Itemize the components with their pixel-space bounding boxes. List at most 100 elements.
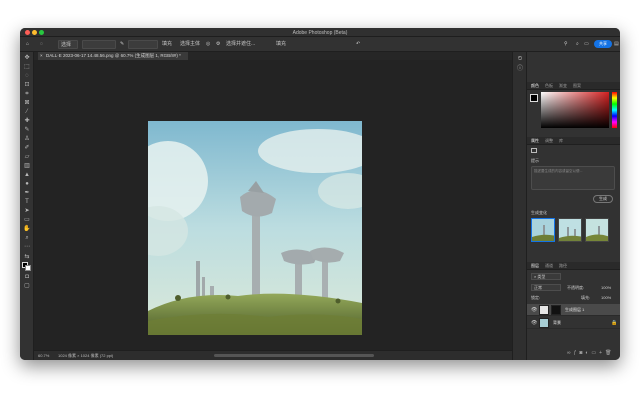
home-icon[interactable]: ⌂ — [26, 40, 34, 49]
target-icon[interactable]: ◎ — [206, 40, 212, 49]
size-field[interactable] — [128, 40, 158, 49]
blend-mode-select[interactable]: 正常 — [531, 284, 561, 291]
move-tool-icon[interactable]: ✥ — [23, 55, 31, 62]
hue-slider[interactable] — [612, 92, 617, 128]
blur-tool-icon[interactable]: ▲ — [23, 172, 31, 179]
tab-color[interactable]: 颜色 — [531, 83, 539, 89]
share-button[interactable]: 共享 — [594, 40, 612, 48]
marquee-tool-icon[interactable]: ⬚ — [23, 64, 31, 71]
eyedropper-tool-icon[interactable]: ⁄ — [23, 109, 31, 116]
history-panel-icon[interactable]: ⏲ — [516, 56, 524, 63]
color-picker-field[interactable] — [541, 92, 609, 128]
refine-edge-button[interactable]: 选择并遮住... — [226, 40, 272, 49]
layer-row-background[interactable]: 👁 背景 🔒 — [527, 317, 620, 329]
variation-thumbnail-1[interactable] — [531, 218, 555, 242]
search-icon[interactable]: ⌕ — [576, 40, 582, 49]
layer-name[interactable]: 背景 — [553, 320, 561, 326]
photoshop-window: Adobe Photoshop (Beta) ⌂ ◌ 选择 ✎ 填充 选择主体 … — [20, 28, 620, 360]
tab-adjustments[interactable]: 调整 — [545, 138, 553, 144]
select-subject-button[interactable]: 选择主体 — [180, 40, 204, 49]
gradient-tool-icon[interactable]: ▥ — [23, 163, 31, 170]
color-fg-swatch[interactable] — [530, 94, 538, 102]
document-size: 1024 像素 × 1024 像素 (72 ppi) — [58, 353, 114, 358]
info-panel-icon[interactable]: ⓘ — [516, 66, 524, 73]
account-icon[interactable]: ⚲ — [564, 40, 570, 49]
history-brush-tool-icon[interactable]: ✐ — [23, 145, 31, 152]
pen-tool-icon[interactable]: ✒ — [23, 190, 31, 197]
rectangle-tool-icon[interactable]: ▭ — [23, 217, 31, 224]
swap-colors-icon[interactable]: ⇆ — [23, 254, 31, 261]
tab-gradients[interactable]: 渐变 — [559, 83, 567, 89]
undo-icon[interactable]: ↶ — [356, 40, 362, 49]
path-select-tool-icon[interactable]: ➤ — [23, 208, 31, 215]
visibility-eye-icon[interactable]: 👁 — [531, 320, 537, 326]
status-bar: 60.7% 1024 像素 × 1024 像素 (72 ppi) — [34, 350, 526, 360]
dodge-tool-icon[interactable]: ● — [23, 181, 31, 188]
more-tools-icon[interactable]: ⋯ — [23, 244, 31, 251]
tab-properties[interactable]: 属性 — [531, 138, 539, 144]
tab-swatches[interactable]: 色板 — [545, 83, 553, 89]
title-bar: Adobe Photoshop (Beta) — [20, 28, 620, 37]
zoom-level[interactable]: 60.7% — [38, 351, 49, 360]
document-tab[interactable]: × DALL·E 2023-06-17 14.48.56.png @ 60.7%… — [38, 52, 188, 60]
object-select-tool-icon[interactable]: ⊡ — [23, 82, 31, 89]
brush-tool-icon[interactable]: ✎ — [23, 127, 31, 134]
workspace-icon[interactable]: ▭ — [584, 40, 590, 49]
type-tool-icon[interactable]: T — [23, 199, 31, 206]
layers-panel-tabs: 图层 通道 路径 — [527, 262, 620, 270]
visibility-eye-icon[interactable]: 👁 — [531, 307, 537, 313]
options-bar: ⌂ ◌ 选择 ✎ 填充 选择主体 ◎ ⚙ 选择并遮住... 填充 ↶ ⚲ ⌕ ▭… — [20, 37, 620, 52]
lock-icon[interactable]: 🔒 — [611, 320, 617, 326]
layer-thumbnail — [539, 305, 549, 315]
document-canvas[interactable] — [148, 121, 362, 335]
canvas-workspace[interactable] — [34, 60, 526, 350]
layer-row-generative[interactable]: 👁 生成图层 1 — [527, 304, 620, 316]
tab-close-icon[interactable]: × — [40, 52, 43, 60]
window-title: Adobe Photoshop (Beta) — [292, 30, 348, 36]
new-group-icon[interactable]: ▭ — [591, 350, 599, 356]
tab-paths[interactable]: 路径 — [559, 263, 567, 269]
opacity-field[interactable]: 100% — [601, 285, 611, 290]
layer-name[interactable]: 生成图层 1 — [565, 307, 584, 313]
tab-patterns[interactable]: 图案 — [573, 83, 581, 89]
sample-field[interactable] — [82, 40, 116, 49]
zoom-tool-icon[interactable]: ⌕ — [23, 235, 31, 242]
healing-brush-tool-icon[interactable]: ✚ — [23, 118, 31, 125]
layer-mask-thumbnail[interactable] — [551, 305, 561, 315]
kind-filter-label: 类型 — [537, 274, 546, 279]
generate-button[interactable]: 生成 — [593, 195, 613, 203]
layer-kind-filter[interactable]: ⌕ 类型 — [531, 273, 561, 280]
tab-channels[interactable]: 通道 — [545, 263, 553, 269]
lasso-tool-preset-icon[interactable]: ◌ — [40, 40, 50, 49]
delete-layer-icon[interactable]: 🗑 — [605, 350, 614, 356]
properties-panel-tabs: 属性 调整 库 — [527, 137, 620, 145]
horizontal-scrollbar[interactable] — [214, 354, 374, 357]
mode-select[interactable]: 选择 — [58, 40, 78, 49]
fill-button[interactable]: 填充 — [276, 40, 290, 49]
tab-libraries[interactable]: 库 — [559, 138, 563, 144]
prompt-input[interactable]: 描述要生成的内容或留空以便... — [531, 166, 615, 190]
frame-tool-icon[interactable]: ⊠ — [23, 100, 31, 107]
quick-mask-icon[interactable]: ◘ — [23, 274, 31, 281]
hand-tool-icon[interactable]: ✋ — [23, 226, 31, 233]
gear-icon[interactable]: ⚙ — [216, 40, 222, 49]
panel-icon-strip: ⏲ ⓘ — [512, 52, 526, 360]
eraser-tool-icon[interactable]: ▱ — [23, 154, 31, 161]
tab-layers[interactable]: 图层 — [531, 263, 539, 269]
variations-section-title: 生成变化 — [531, 210, 547, 215]
variation-thumbnail-2[interactable] — [558, 218, 582, 242]
brush-icon[interactable]: ✎ — [120, 40, 126, 49]
sample-label: 填充 — [162, 41, 173, 47]
link-layers-icon[interactable]: ∞ — [567, 350, 574, 356]
lasso-tool-icon[interactable]: ◌ — [23, 73, 31, 80]
fill-field[interactable]: 100% — [601, 295, 611, 300]
background-color-swatch[interactable] — [25, 265, 31, 271]
layers-footer: ∞ƒ◙◐▭+🗑 — [567, 350, 614, 356]
panel-toggle-icon[interactable]: ▤ — [614, 40, 620, 49]
crop-tool-icon[interactable]: ⌗ — [23, 91, 31, 98]
clone-stamp-tool-icon[interactable]: ♙ — [23, 136, 31, 143]
variation-thumbnail-3[interactable] — [585, 218, 609, 242]
fill-label: 填充: — [581, 295, 591, 300]
screen-mode-icon[interactable]: ▢ — [23, 283, 31, 290]
right-panel-dock: 颜色 色板 渐变 图案 属性 调整 库 提示 描述要生成的内容或留空以便... … — [526, 52, 620, 360]
